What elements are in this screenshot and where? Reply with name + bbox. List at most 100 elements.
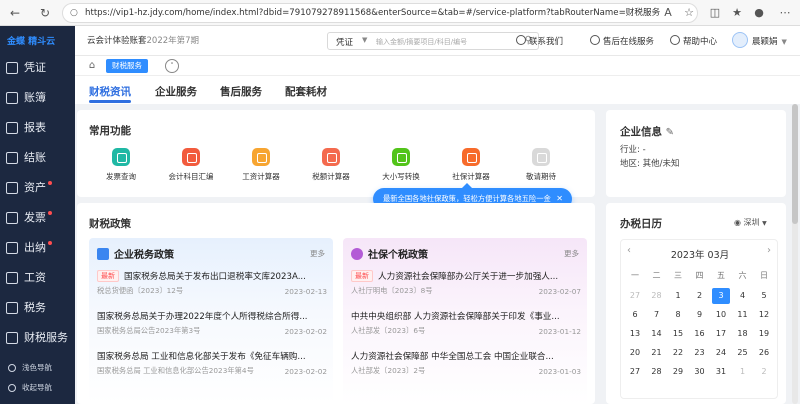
calendar-day[interactable]: 27 <box>626 364 644 380</box>
calendar-day[interactable]: 16 <box>691 326 709 342</box>
tab-menu-icon[interactable]: ˅ <box>165 59 179 73</box>
refresh-icon[interactable]: ↻ <box>36 4 54 22</box>
edit-icon[interactable]: ✎ <box>666 127 674 138</box>
avatar <box>732 32 748 48</box>
sidebar-item-4[interactable]: 资产 <box>0 174 75 202</box>
news-item[interactable]: 国家税务总局 工业和信息化部关于发布《免征车辆购... 国家税务总局 工业和信息化… <box>97 350 327 384</box>
function-item-2[interactable]: 工资计算器 <box>231 148 291 182</box>
page-scrollbar[interactable] <box>792 104 798 404</box>
search-type-select[interactable]: 凭证 <box>336 36 353 48</box>
calendar-day[interactable]: 12 <box>755 307 773 323</box>
light-nav-toggle[interactable]: 浅色导航 <box>0 360 75 376</box>
calendar-day[interactable]: 30 <box>691 364 709 380</box>
search-input[interactable]: 输入金额/摘要项目/科目/编号 <box>376 37 467 47</box>
news-item[interactable]: 最新 国家税务总局关于发布出口退税率文库2023A... 税总货便函〔2023〕12… <box>97 270 327 304</box>
split-screen-icon[interactable]: ◫ <box>706 4 724 22</box>
calendar-day[interactable]: 10 <box>712 307 730 323</box>
account-set-title[interactable]: 云会计体验账套2022年第7期 <box>87 34 199 46</box>
calendar-day[interactable]: 26 <box>755 345 773 361</box>
news-item[interactable]: 国家税务总局关于办理2022年度个人所得税综合所得... 国家税务总局公告2023… <box>97 310 327 344</box>
calendar-day[interactable]: 20 <box>626 345 644 361</box>
sidebar-item-7[interactable]: 工资 <box>0 264 75 292</box>
address-bar[interactable]: ○ https://vip1-hz.jdy.com/home/index.htm… <box>62 3 698 23</box>
scroll-thumb[interactable] <box>792 104 798 224</box>
after-sales-link[interactable]: 售后在线服务 <box>590 35 654 47</box>
function-item-0[interactable]: 发票查询 <box>91 148 151 182</box>
favorites-icon[interactable]: ★ <box>728 4 746 22</box>
tab-finance-service[interactable]: 财税服务 <box>106 59 148 73</box>
calendar-day[interactable]: 1 <box>669 288 687 304</box>
function-item-6[interactable]: 敬请期待 <box>511 148 571 182</box>
tab-enterprise-service[interactable]: 企业服务 <box>155 84 197 99</box>
read-aloud-icon[interactable]: A <box>659 4 677 22</box>
next-month-icon[interactable]: › <box>767 245 771 256</box>
calendar-day[interactable]: 2 <box>691 288 709 304</box>
calendar-day[interactable]: 22 <box>669 345 687 361</box>
calendar-day[interactable]: 3 <box>712 288 730 304</box>
profile-avatar-icon[interactable]: ● <box>750 4 768 22</box>
sidebar-item-5[interactable]: 发票 <box>0 204 75 232</box>
chevron-down-icon: ▼ <box>362 36 368 44</box>
collapse-nav-toggle[interactable]: 收起导航 <box>0 380 75 396</box>
calendar-day[interactable]: 5 <box>755 288 773 304</box>
calendar-day[interactable]: 7 <box>648 307 666 323</box>
sidebar-item-label: 财税服务 <box>24 331 68 344</box>
company-region: 地区: 其他/未知 <box>620 157 679 169</box>
help-center-link[interactable]: 帮助中心 <box>670 35 717 47</box>
calendar-day[interactable]: 28 <box>648 288 666 304</box>
calendar-day[interactable]: 18 <box>734 326 752 342</box>
city-select[interactable]: ◉ 深圳 ▼ <box>734 217 767 228</box>
calendar-day[interactable]: 15 <box>669 326 687 342</box>
more-link[interactable]: 更多 <box>564 248 579 259</box>
calendar-day[interactable]: 31 <box>712 364 730 380</box>
calendar-day[interactable]: 8 <box>669 307 687 323</box>
calendar-day[interactable]: 1 <box>734 364 752 380</box>
news-item[interactable]: 中共中央组织部 人力资源社会保障部关于印发《事业... 人社部发〔2023〕6号 2… <box>351 310 581 344</box>
function-item-4[interactable]: 大小写转换 <box>371 148 431 182</box>
calendar-day[interactable]: 4 <box>734 288 752 304</box>
sidebar-item-6[interactable]: 出纳 <box>0 234 75 262</box>
sidebar-item-2[interactable]: 报表 <box>0 114 75 142</box>
sidebar-item-1[interactable]: 账簿 <box>0 84 75 112</box>
calendar-day[interactable]: 13 <box>626 326 644 342</box>
calendar-day[interactable]: 23 <box>691 345 709 361</box>
news-item[interactable]: 人力资源社会保障部 中华全国总工会 中国企业联合... 人社部发〔2023〕2号 2… <box>351 350 581 384</box>
weekday-header: 二 <box>652 271 661 280</box>
function-item-1[interactable]: 会计科目汇编 <box>161 148 221 182</box>
calendar-day[interactable]: 28 <box>648 364 666 380</box>
user-menu[interactable]: 晨颖娟 ▼ <box>732 32 787 48</box>
calendar-day[interactable]: 27 <box>626 288 644 304</box>
calendar-day[interactable]: 21 <box>648 345 666 361</box>
tab-after-sales[interactable]: 售后服务 <box>220 84 262 99</box>
search-box[interactable]: 凭证 ▼ 输入金额/摘要项目/科目/编号 ⚲ <box>327 32 539 50</box>
more-icon[interactable]: ⋯ <box>776 4 794 22</box>
sidebar-item-3[interactable]: 结账 <box>0 144 75 172</box>
favorite-star-icon[interactable]: ☆ <box>680 4 698 22</box>
home-icon[interactable]: ⌂ <box>85 59 99 73</box>
calendar-day[interactable]: 9 <box>691 307 709 323</box>
back-icon[interactable]: ← <box>6 4 24 22</box>
calendar-day[interactable]: 6 <box>626 307 644 323</box>
calendar-day[interactable]: 19 <box>755 326 773 342</box>
calendar-day[interactable]: 17 <box>712 326 730 342</box>
tab-supplies[interactable]: 配套耗材 <box>285 84 327 99</box>
sidebar: 金蝶 精斗云 凭证 账簿 报表 结账 资产 发票 出纳 工资 税务 财税服务 浅色导航 收起导航 <box>0 26 75 404</box>
sidebar-item-0[interactable]: 凭证 <box>0 54 75 82</box>
calendar-day[interactable]: 2 <box>755 364 773 380</box>
calendar-day[interactable]: 25 <box>734 345 752 361</box>
contact-us-link[interactable]: 联系我们 <box>516 35 563 47</box>
menu-icon <box>6 122 18 134</box>
function-item-3[interactable]: 税额计算器 <box>301 148 361 182</box>
more-link[interactable]: 更多 <box>310 248 325 259</box>
sidebar-item-8[interactable]: 税务 <box>0 294 75 322</box>
tooltip-text: 最新全国各地社保政策，轻松方便计算各地五险一金 <box>383 194 551 203</box>
sidebar-item-9[interactable]: 财税服务 <box>0 324 75 352</box>
weekday-header: 一 <box>631 271 639 280</box>
function-item-5[interactable]: 社保计算器 <box>441 148 501 182</box>
calendar-day[interactable]: 11 <box>734 307 752 323</box>
news-item[interactable]: 最新 人力资源社会保障部办公厅关于进一步加强人... 人社厅明电〔2023〕8号 20… <box>351 270 581 304</box>
calendar-day[interactable]: 29 <box>669 364 687 380</box>
tab-tax-news[interactable]: 财税资讯 <box>89 84 131 99</box>
calendar-day[interactable]: 24 <box>712 345 730 361</box>
calendar-day[interactable]: 14 <box>648 326 666 342</box>
